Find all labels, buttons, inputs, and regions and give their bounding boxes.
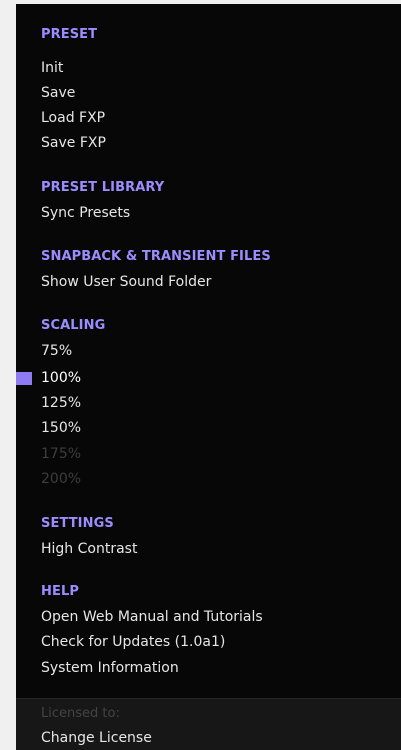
menu-item-change-license[interactable]: Change License [41, 729, 152, 747]
menu-item-show-user-sound-folder[interactable]: Show User Sound Folder [41, 273, 211, 291]
menu-item-open-web-manual[interactable]: Open Web Manual and Tutorials [41, 608, 263, 626]
menu-item-scaling-75[interactable]: 75% [41, 342, 72, 360]
section-title-settings: SETTINGS [41, 516, 114, 531]
menu-item-init[interactable]: Init [41, 59, 63, 77]
menu-item-system-information[interactable]: System Information [41, 659, 179, 677]
menu-body: PRESET Init Save Load FXP Save FXP PRESE… [16, 4, 401, 698]
section-title-snapback: SNAPBACK & TRANSIENT FILES [41, 249, 271, 264]
section-title-preset-library: PRESET LIBRARY [41, 180, 165, 195]
menu-item-check-for-updates[interactable]: Check for Updates (1.0a1) [41, 633, 225, 651]
menu-item-save-fxp[interactable]: Save FXP [41, 134, 106, 152]
section-title-scaling: SCALING [41, 318, 106, 333]
menu-item-load-fxp[interactable]: Load FXP [41, 109, 105, 127]
section-title-preset: PRESET [41, 27, 98, 42]
context-menu: PRESET Init Save Load FXP Save FXP PRESE… [16, 4, 401, 750]
selected-marker-icon [16, 372, 32, 385]
menu-item-scaling-100[interactable]: 100% [41, 369, 81, 387]
menu-item-scaling-200: 200% [41, 471, 82, 487]
menu-item-sync-presets[interactable]: Sync Presets [41, 204, 130, 222]
menu-item-scaling-150[interactable]: 150% [41, 419, 81, 437]
menu-item-scaling-125[interactable]: 125% [41, 394, 81, 412]
menu-item-high-contrast[interactable]: High Contrast [41, 540, 137, 558]
menu-footer: Licensed to: Change License [16, 698, 401, 750]
menu-item-scaling-175: 175% [41, 446, 82, 462]
menu-item-save[interactable]: Save [41, 84, 75, 102]
section-title-help: HELP [41, 584, 79, 599]
licensed-to-label: Licensed to: [41, 706, 120, 721]
